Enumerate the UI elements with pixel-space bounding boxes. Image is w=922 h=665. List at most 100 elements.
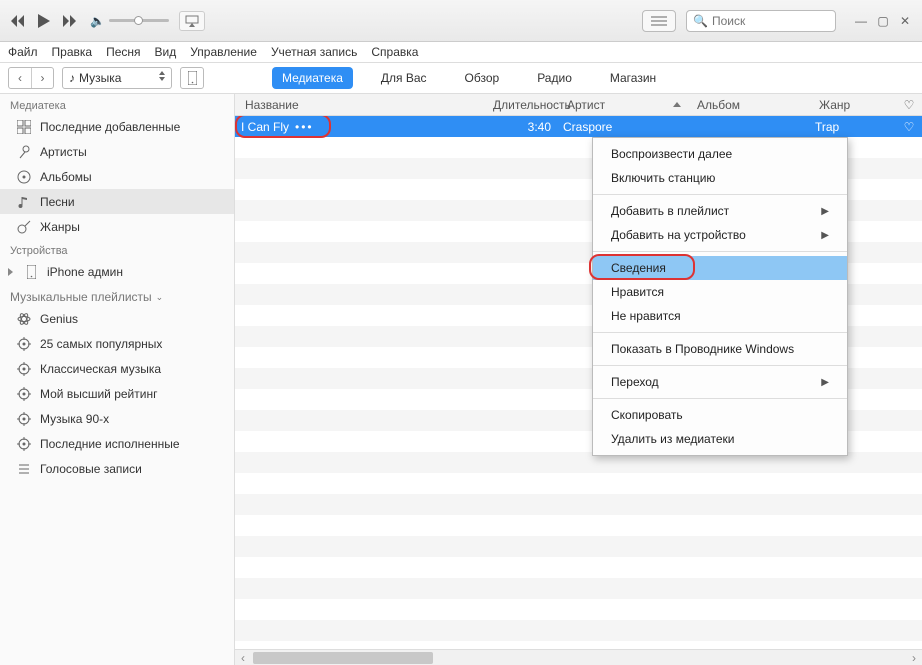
menu-help[interactable]: Справка xyxy=(371,45,418,59)
sidebar-item-label: Последние исполненные xyxy=(40,437,180,451)
sidebar-item-device[interactable]: iPhone админ xyxy=(0,259,234,284)
note-icon: ♪ xyxy=(69,71,75,85)
context-menu-item[interactable]: Нравится xyxy=(593,280,847,304)
context-menu-label: Добавить на устройство xyxy=(611,228,746,242)
volume-slider[interactable] xyxy=(109,19,169,22)
context-menu-label: Включить станцию xyxy=(611,171,715,185)
toolbar: ‹ › ♪ Музыка Медиатека Для Вас Обзор Рад… xyxy=(0,62,922,94)
sidebar-item[interactable]: Жанры xyxy=(0,214,234,239)
menu-song[interactable]: Песня xyxy=(106,45,140,59)
tab-library[interactable]: Медиатека xyxy=(272,67,353,89)
context-menu-item[interactable]: Добавить на устройство ▶ xyxy=(593,223,847,247)
library-dropdown[interactable]: ♪ Музыка xyxy=(62,67,172,89)
sidebar-item[interactable]: Артисты xyxy=(0,139,234,164)
table-row-empty xyxy=(235,494,922,515)
airplay-button[interactable] xyxy=(179,11,205,31)
list-icon xyxy=(16,461,32,477)
volume-control[interactable]: 🔈 xyxy=(90,14,169,28)
col-name[interactable]: Название xyxy=(239,98,487,112)
close-button[interactable]: ✕ xyxy=(896,13,914,29)
search-input[interactable] xyxy=(712,14,829,28)
scroll-right-icon[interactable]: › xyxy=(906,651,922,665)
context-menu-item[interactable]: Переход▶ xyxy=(593,370,847,394)
sidebar-section-library: Медиатека xyxy=(0,94,234,114)
sidebar-item-label: 25 самых популярных xyxy=(40,337,162,351)
sidebar-item-label: iPhone админ xyxy=(47,265,123,279)
menu-account[interactable]: Учетная запись xyxy=(271,45,357,59)
tabs: Медиатека Для Вас Обзор Радио Магазин xyxy=(272,67,666,89)
gear-icon xyxy=(16,361,32,377)
sort-icon xyxy=(673,102,681,107)
sidebar-item-label: Genius xyxy=(40,312,78,326)
maximize-button[interactable]: ▢ xyxy=(874,13,892,29)
context-menu-item[interactable]: Скопировать xyxy=(593,403,847,427)
table-row-empty xyxy=(235,557,922,578)
tab-browse[interactable]: Обзор xyxy=(455,67,510,89)
table-row-empty xyxy=(235,620,922,641)
horizontal-scrollbar[interactable]: ‹ › xyxy=(235,649,922,665)
col-love[interactable]: ♡ xyxy=(896,98,922,112)
sidebar-item-playlist[interactable]: Genius xyxy=(0,306,234,331)
next-button[interactable] xyxy=(60,11,80,31)
sidebar-item-label: Альбомы xyxy=(40,170,92,184)
sidebar-item-playlist[interactable]: Последние исполненные xyxy=(0,431,234,456)
chevron-right-icon: ▶ xyxy=(821,230,829,241)
scroll-left-icon[interactable]: ‹ xyxy=(235,651,251,665)
context-menu-item[interactable]: Воспроизвести далее xyxy=(593,142,847,166)
prev-button[interactable] xyxy=(8,11,28,31)
context-menu-label: Не нравится xyxy=(611,309,681,323)
context-menu-item[interactable]: Добавить в плейлист▶ xyxy=(593,199,847,223)
tab-radio[interactable]: Радио xyxy=(527,67,582,89)
sidebar-item-playlist[interactable]: Мой высший рейтинг xyxy=(0,381,234,406)
table-row-empty xyxy=(235,536,922,557)
table-row-empty xyxy=(235,515,922,536)
sidebar-item[interactable]: Песни xyxy=(0,189,234,214)
col-artist[interactable]: Артист xyxy=(561,98,691,112)
menu-edit[interactable]: Правка xyxy=(52,45,93,59)
search-box[interactable]: 🔍 xyxy=(686,10,836,32)
col-duration[interactable]: Длительность xyxy=(487,98,561,112)
col-album[interactable]: Альбом xyxy=(691,98,813,112)
list-view-button[interactable] xyxy=(642,10,676,32)
sidebar-item-playlist[interactable]: Голосовые записи xyxy=(0,456,234,481)
gear-icon xyxy=(16,386,32,402)
menu-controls[interactable]: Управление xyxy=(190,45,257,59)
chevron-right-icon: ▶ xyxy=(821,377,829,388)
sidebar-item-label: Музыка 90-х xyxy=(40,412,109,426)
play-button[interactable] xyxy=(34,11,54,31)
table-row[interactable]: I Can Fly••• 3:40 Craspore Trap ♡ xyxy=(235,116,922,137)
window-controls: — ▢ ✕ xyxy=(852,13,914,29)
menu-file[interactable]: Файл xyxy=(8,45,38,59)
context-menu-item[interactable]: Сведения xyxy=(593,256,847,280)
tab-foryou[interactable]: Для Вас xyxy=(371,67,437,89)
nav-back-button[interactable]: ‹ xyxy=(9,68,31,88)
minimize-button[interactable]: — xyxy=(852,13,870,29)
col-genre[interactable]: Жанр xyxy=(813,98,896,112)
titlebar: 🔈 🔍 — ▢ ✕ xyxy=(0,0,922,42)
context-menu-item[interactable]: Показать в Проводнике Windows xyxy=(593,337,847,361)
grid-icon xyxy=(16,119,32,135)
nav-forward-button[interactable]: › xyxy=(31,68,53,88)
context-menu-item[interactable]: Включить станцию xyxy=(593,166,847,190)
context-menu-item[interactable]: Удалить из медиатеки xyxy=(593,427,847,451)
sidebar-item[interactable]: Альбомы xyxy=(0,164,234,189)
gear-icon xyxy=(16,436,32,452)
menu-view[interactable]: Вид xyxy=(155,45,177,59)
context-menu-item[interactable]: Не нравится xyxy=(593,304,847,328)
more-icon[interactable]: ••• xyxy=(295,120,314,134)
context-menu-label: Нравится xyxy=(611,285,664,299)
track-artist: Craspore xyxy=(557,120,687,134)
sidebar-item-playlist[interactable]: 25 самых популярных xyxy=(0,331,234,356)
device-button[interactable] xyxy=(180,67,204,89)
sidebar-item[interactable]: Последние добавленные xyxy=(0,114,234,139)
sidebar-item-playlist[interactable]: Классическая музыка xyxy=(0,356,234,381)
main-content: Название Длительность Артист Альбом Жанр… xyxy=(235,94,922,665)
tab-store[interactable]: Магазин xyxy=(600,67,666,89)
chevron-down-icon: ⌄ xyxy=(156,292,164,303)
scroll-thumb[interactable] xyxy=(253,652,433,664)
track-love[interactable]: ♡ xyxy=(896,120,922,134)
sidebar-item-playlist[interactable]: Музыка 90-х xyxy=(0,406,234,431)
gear-icon xyxy=(16,336,32,352)
table-row-empty xyxy=(235,578,922,599)
sidebar: Медиатека Последние добавленныеАртисты Ал… xyxy=(0,94,235,665)
